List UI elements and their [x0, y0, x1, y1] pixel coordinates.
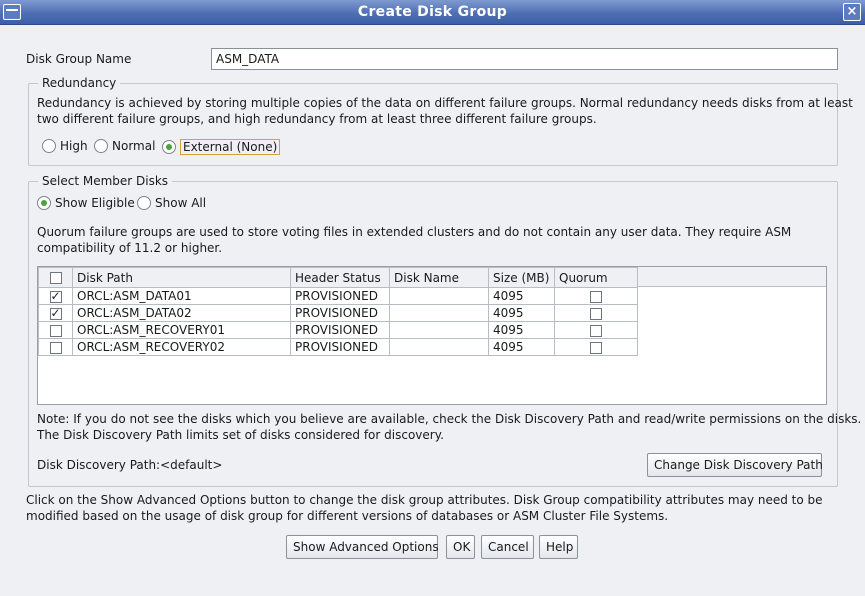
- table-header-filler: [638, 267, 826, 287]
- column-header-disk-name[interactable]: Disk Name: [389, 267, 489, 288]
- row-select-cell[interactable]: [38, 338, 73, 356]
- disk-name-cell[interactable]: [389, 321, 489, 339]
- radio-show-all-indicator[interactable]: [137, 196, 151, 210]
- disk-path-cell: ORCL:ASM_RECOVERY02: [72, 338, 291, 356]
- dialog-title: Create Disk Group: [357, 4, 508, 20]
- table-header-row: Disk Path Header Status Disk Name Size (…: [38, 267, 638, 288]
- quorum-checkbox[interactable]: [590, 290, 602, 303]
- radio-normal[interactable]: Normal: [94, 139, 155, 153]
- quorum-cell[interactable]: [554, 338, 638, 356]
- size-cell: 4095: [488, 321, 555, 339]
- redundancy-description-line2: two different failure groups, and high r…: [37, 112, 597, 126]
- title-bar[interactable]: Create Disk Group ×: [0, 0, 865, 25]
- table-row[interactable]: ORCL:ASM_DATA01 PROVISIONED 4095: [38, 287, 638, 305]
- row-select-cell[interactable]: [38, 321, 73, 339]
- table-row[interactable]: ORCL:ASM_RECOVERY02 PROVISIONED 4095: [38, 338, 638, 356]
- radio-show-eligible-label: Show Eligible: [55, 196, 135, 210]
- discovery-note-line1: Note: If you do not see the disks which …: [37, 412, 862, 426]
- radio-external-label: External (None): [180, 139, 281, 155]
- select-all-checkbox[interactable]: [49, 272, 62, 284]
- radio-high[interactable]: High: [42, 139, 88, 153]
- disk-path-cell: ORCL:ASM_RECOVERY01: [72, 321, 291, 339]
- show-advanced-options-button[interactable]: Show Advanced Options: [286, 535, 439, 559]
- disk-name-cell[interactable]: [389, 338, 489, 356]
- table-row[interactable]: ORCL:ASM_DATA02 PROVISIONED 4095: [38, 304, 638, 322]
- quorum-checkbox[interactable]: [590, 341, 602, 354]
- disk-path-cell: ORCL:ASM_DATA01: [72, 287, 291, 305]
- quorum-checkbox[interactable]: [590, 324, 602, 337]
- row-select-checkbox[interactable]: [49, 324, 62, 337]
- size-cell: 4095: [488, 287, 555, 305]
- column-header-header-status[interactable]: Header Status: [290, 267, 390, 288]
- row-select-checkbox[interactable]: [49, 306, 62, 320]
- quorum-cell[interactable]: [554, 304, 638, 322]
- select-all-header[interactable]: [38, 267, 73, 288]
- member-disks-title: Select Member Disks: [38, 174, 173, 188]
- column-header-quorum[interactable]: Quorum: [554, 267, 638, 288]
- quorum-cell[interactable]: [554, 287, 638, 305]
- disk-path-cell: ORCL:ASM_DATA02: [72, 304, 291, 322]
- disk-group-name-input[interactable]: [211, 48, 838, 70]
- header-status-cell: PROVISIONED: [290, 287, 390, 305]
- cancel-button[interactable]: Cancel: [481, 535, 534, 559]
- radio-normal-label: Normal: [112, 139, 156, 153]
- redundancy-description-line1: Redundancy is achieved by storing multip…: [37, 96, 853, 110]
- advanced-note-line2: modified based on the usage of disk grou…: [26, 509, 669, 523]
- disks-table-area[interactable]: Disk Path Header Status Disk Name Size (…: [37, 266, 827, 405]
- row-select-checkbox[interactable]: [49, 341, 62, 354]
- discovery-note-line2: The Disk Discovery Path limits set of di…: [37, 428, 444, 442]
- row-select-cell[interactable]: [38, 287, 73, 305]
- disk-name-cell[interactable]: [389, 287, 489, 305]
- radio-high-label: High: [60, 139, 88, 153]
- radio-normal-indicator[interactable]: [94, 139, 108, 153]
- disk-group-name-label: Disk Group Name: [26, 52, 132, 66]
- radio-external-indicator[interactable]: [162, 140, 176, 154]
- header-status-cell: PROVISIONED: [290, 304, 390, 322]
- radio-show-all[interactable]: Show All: [137, 196, 206, 210]
- radio-external[interactable]: External (None): [162, 139, 281, 155]
- column-header-disk-path[interactable]: Disk Path: [72, 267, 291, 288]
- header-status-cell: PROVISIONED: [290, 338, 390, 356]
- advanced-note-line1: Click on the Show Advanced Options butto…: [26, 493, 823, 507]
- quorum-note-line2: compatibility of 11.2 or higher.: [37, 241, 223, 255]
- radio-show-all-label: Show All: [155, 196, 207, 210]
- quorum-note-line1: Quorum failure groups are used to store …: [37, 225, 792, 239]
- quorum-cell[interactable]: [554, 321, 638, 339]
- radio-high-indicator[interactable]: [42, 139, 56, 153]
- row-select-cell[interactable]: [38, 304, 73, 322]
- ok-button[interactable]: OK: [446, 535, 475, 559]
- quorum-checkbox[interactable]: [590, 307, 602, 320]
- redundancy-title: Redundancy: [38, 76, 121, 90]
- disk-name-cell[interactable]: [389, 304, 489, 322]
- radio-show-eligible[interactable]: Show Eligible: [37, 196, 135, 210]
- create-disk-group-dialog: Create Disk Group × Disk Group Name Redu…: [0, 0, 865, 596]
- table-row[interactable]: ORCL:ASM_RECOVERY01 PROVISIONED 4095: [38, 321, 638, 339]
- change-discovery-path-button[interactable]: Change Disk Discovery Path: [647, 453, 823, 477]
- disks-table[interactable]: Disk Path Header Status Disk Name Size (…: [38, 267, 638, 356]
- column-header-size[interactable]: Size (MB): [488, 267, 555, 288]
- help-button[interactable]: Help: [539, 535, 578, 559]
- header-status-cell: PROVISIONED: [290, 321, 390, 339]
- size-cell: 4095: [488, 338, 555, 356]
- discovery-path-label: Disk Discovery Path:<default>: [37, 458, 223, 472]
- close-icon[interactable]: ×: [843, 3, 861, 21]
- radio-show-eligible-indicator[interactable]: [37, 196, 51, 210]
- size-cell: 4095: [488, 304, 555, 322]
- row-select-checkbox[interactable]: [49, 289, 62, 303]
